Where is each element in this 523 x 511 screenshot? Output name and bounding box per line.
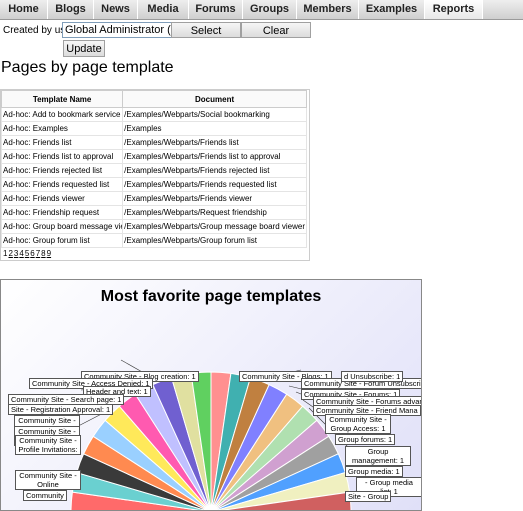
table-row: Ad-hoc: Add to bookmark service/Examples…: [0, 107, 307, 122]
document-cell: /Examples: [122, 121, 307, 136]
page-link[interactable]: 4: [19, 249, 23, 258]
pages-by-template-table: Template Name Document Ad-hoc: Add to bo…: [0, 90, 307, 248]
table-row: Ad-hoc: Friends list/Examples/Webparts/F…: [0, 135, 307, 150]
template-name-cell: Ad-hoc: Group board message viewer: [0, 219, 124, 234]
document-cell: /Examples/Webparts/Group forum list: [122, 233, 307, 248]
column-header-template-name[interactable]: Template Name: [0, 90, 124, 108]
template-name-cell: Ad-hoc: Friendship request: [0, 205, 124, 220]
pie-label: Community Site - Profile Invitations:: [15, 435, 81, 455]
page-link[interactable]: 8: [41, 249, 45, 258]
table-pager: 123456789: [3, 249, 52, 258]
document-cell: /Examples/Webparts/Request friendship: [122, 205, 307, 220]
template-name-cell: Ad-hoc: Friends requested list: [0, 177, 124, 192]
tab-reports[interactable]: Reports: [425, 0, 483, 19]
pie-label: Site - Registration Approval: 1: [8, 404, 114, 415]
page-link[interactable]: 2: [8, 249, 12, 258]
tab-groups[interactable]: Groups: [243, 0, 297, 19]
table-row: Ad-hoc: Group board message viewer/Examp…: [0, 219, 307, 234]
template-name-cell: Ad-hoc: Friends list to approval: [0, 149, 124, 164]
page-link[interactable]: 6: [30, 249, 34, 258]
tab-home[interactable]: Home: [0, 0, 48, 19]
document-cell: /Examples/Webparts/Friends list: [122, 135, 307, 150]
pie-label: Community Site - Online: [15, 470, 81, 490]
pie-label: Community Site - Group Access: 1: [325, 414, 391, 434]
tab-forums[interactable]: Forums: [189, 0, 243, 19]
document-cell: /Examples/Webparts/Social bookmarking: [122, 107, 307, 122]
page-link[interactable]: 7: [36, 249, 40, 258]
document-cell: /Examples/Webparts/Friends requested lis…: [122, 177, 307, 192]
table-row: Ad-hoc: Friendship request/Examples/Webp…: [0, 205, 307, 220]
table-row: Ad-hoc: Group forum list/Examples/Webpar…: [0, 233, 307, 248]
table-row: Ad-hoc: Friends rejected list/Examples/W…: [0, 163, 307, 178]
pie-label: Community: [23, 490, 67, 501]
pie-label: d Unsubscribe: 1: [341, 371, 404, 382]
clear-user-button[interactable]: Clear: [241, 22, 311, 38]
template-name-cell: Ad-hoc: Examples: [0, 121, 124, 136]
pie-label: Group management: 1: [345, 446, 411, 466]
table-row: Ad-hoc: Friends list to approval/Example…: [0, 149, 307, 164]
tab-blogs[interactable]: Blogs: [48, 0, 94, 19]
table-row: Ad-hoc: Examples/Examples: [0, 121, 307, 136]
page-link[interactable]: 9: [47, 249, 51, 258]
pie-label: Group media: 1: [345, 466, 403, 477]
pie-label: Group forums: 1: [335, 434, 396, 445]
table-row: Ad-hoc: Friends viewer/Examples/Webparts…: [0, 191, 307, 206]
template-name-cell: Ad-hoc: Add to bookmark service: [0, 107, 124, 122]
template-name-cell: Ad-hoc: Friends rejected list: [0, 163, 124, 178]
document-cell: /Examples/Webparts/Friends list to appro…: [122, 149, 307, 164]
created-by-user-field[interactable]: Global Administrator (adm: [62, 22, 176, 38]
document-cell: /Examples/Webparts/Friends rejected list: [122, 163, 307, 178]
section-title: Pages by page template: [1, 59, 174, 76]
tab-media[interactable]: Media: [138, 0, 189, 19]
update-button[interactable]: Update: [63, 40, 105, 57]
page-link[interactable]: 3: [14, 249, 18, 258]
column-header-document[interactable]: Document: [122, 90, 307, 108]
favorite-templates-chart: Most favorite page templates Community S…: [0, 279, 422, 511]
page-link-current: 1: [3, 249, 8, 258]
page-link[interactable]: 5: [25, 249, 29, 258]
template-name-cell: Ad-hoc: Group forum list: [0, 233, 124, 248]
document-cell: /Examples/Webparts/Friends viewer: [122, 191, 307, 206]
tab-examples[interactable]: Examples: [359, 0, 425, 19]
main-navigation: Home Blogs News Media Forums Groups Memb…: [0, 0, 523, 20]
template-name-cell: Ad-hoc: Friends list: [0, 135, 124, 150]
tab-news[interactable]: News: [94, 0, 138, 19]
table-row: Ad-hoc: Friends requested list/Examples/…: [0, 177, 307, 192]
select-user-button[interactable]: Select: [171, 22, 241, 38]
pie-label: Site - Group: [345, 491, 392, 502]
template-name-cell: Ad-hoc: Friends viewer: [0, 191, 124, 206]
document-cell: /Examples/Webparts/Group message board v…: [122, 219, 307, 234]
tab-members[interactable]: Members: [297, 0, 359, 19]
